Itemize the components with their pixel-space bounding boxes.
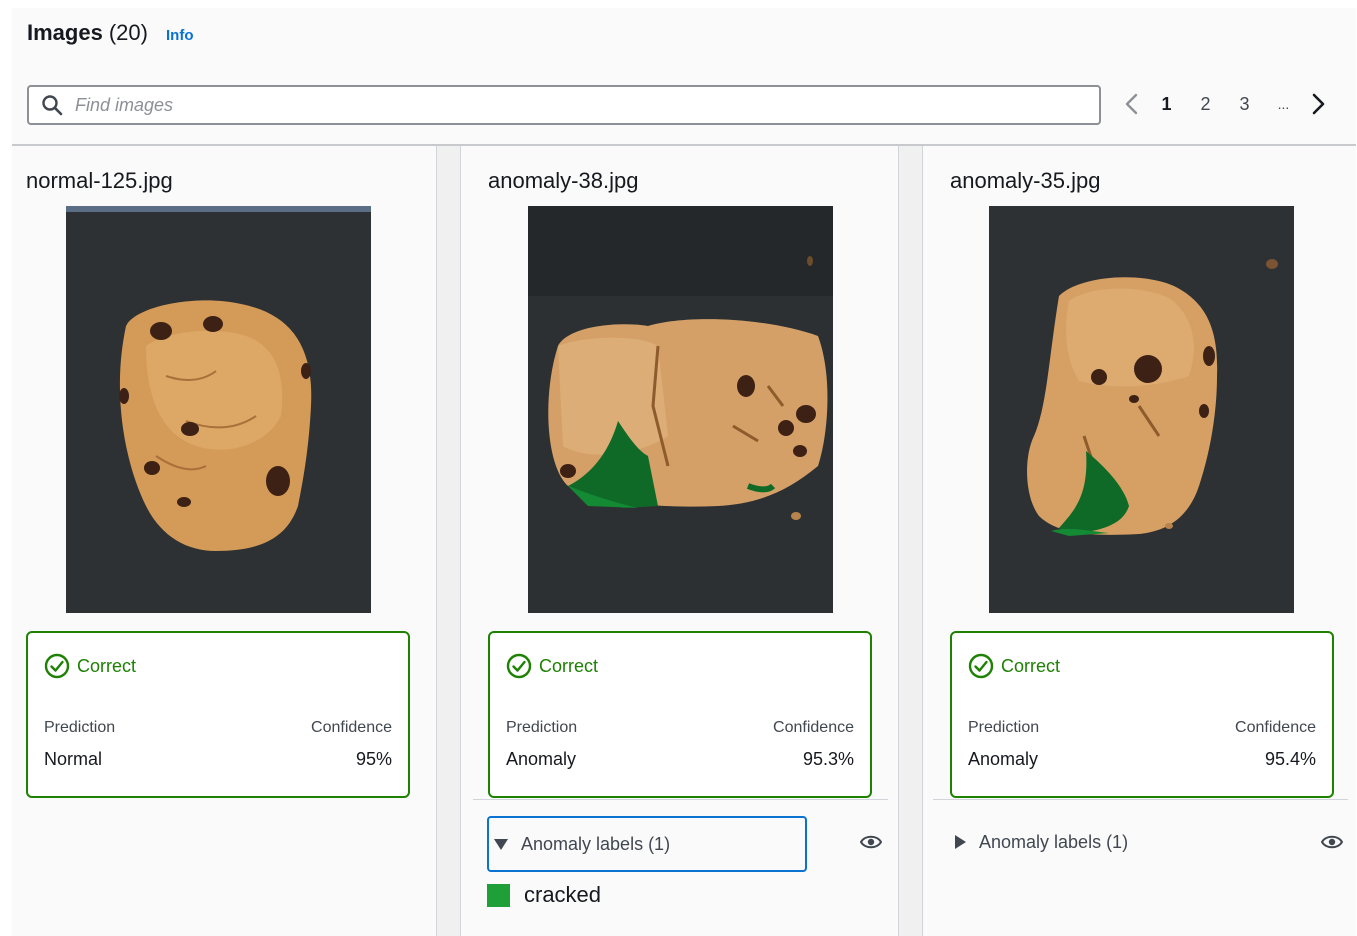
image-card: anomaly-38.jpg Correct Prediction Confid… <box>461 146 898 936</box>
status-text: Correct <box>77 655 137 676</box>
title-text: Images <box>27 20 103 45</box>
anomaly-label-item: cracked <box>487 882 601 908</box>
confidence-label: Confidence <box>1235 719 1316 736</box>
eye-icon[interactable] <box>860 834 882 850</box>
page-title: Images (20) <box>27 20 148 46</box>
page-1-button[interactable]: 1 <box>1147 94 1186 115</box>
images-header: Images (20) Info 1 2 3 ... <box>12 8 1356 146</box>
image-filename: normal-125.jpg <box>26 168 173 193</box>
confidence-value: 95.3% <box>802 749 854 769</box>
confidence-value: 95% <box>355 749 392 769</box>
prediction-value: Anomaly <box>968 749 1039 769</box>
section-divider <box>933 799 1348 800</box>
cookie-image[interactable] <box>66 206 371 613</box>
prediction-result: Correct Prediction Confidence Anomaly 95… <box>488 631 872 798</box>
prediction-result: Correct Prediction Confidence Anomaly 95… <box>950 631 1334 798</box>
chevron-left-icon <box>1125 93 1138 115</box>
anomaly-labels-toggle[interactable]: Anomaly labels (1) <box>487 816 807 872</box>
section-divider <box>473 799 888 800</box>
confidence-label: Confidence <box>311 719 392 736</box>
anomaly-label-name: cracked <box>524 882 602 907</box>
column-gutter <box>898 146 922 936</box>
check-circle-icon <box>506 653 532 679</box>
prediction-label: Prediction <box>968 719 1040 736</box>
search-input[interactable] <box>73 93 1037 117</box>
prediction-value: Anomaly <box>506 749 577 769</box>
check-circle-icon <box>968 653 994 679</box>
anomaly-labels-toggle[interactable]: Anomaly labels (1) <box>953 816 1128 868</box>
prediction-label: Prediction <box>506 719 578 736</box>
search-box[interactable] <box>27 85 1101 125</box>
status-text: Correct <box>1001 655 1061 676</box>
check-circle-icon <box>44 653 70 679</box>
previous-page-button[interactable] <box>1117 89 1147 119</box>
page-3-button[interactable]: 3 <box>1225 94 1264 115</box>
column-divider <box>436 146 437 936</box>
page-ellipsis: ... <box>1277 96 1290 112</box>
status-text: Correct <box>539 655 599 676</box>
cookie-image[interactable] <box>528 206 833 613</box>
page-2-button[interactable]: 2 <box>1186 94 1225 115</box>
images-panel: Images (20) Info 1 2 3 ... <box>12 8 1356 936</box>
image-card: anomaly-35.jpg Correct Prediction Confid… <box>923 146 1356 936</box>
chevron-right-icon <box>1312 93 1325 115</box>
cookie-photo <box>66 206 371 613</box>
status-badge: Correct <box>506 653 598 679</box>
anomaly-labels-title: Anomaly labels (1) <box>979 831 1129 852</box>
status-badge: Correct <box>968 653 1060 679</box>
image-filename: anomaly-38.jpg <box>488 168 639 193</box>
image-card: normal-125.jpg Correct Prediction Confid… <box>12 146 436 936</box>
image-filename: anomaly-35.jpg <box>950 168 1101 193</box>
eye-icon[interactable] <box>1321 834 1343 850</box>
search-icon <box>42 95 63 116</box>
caret-right-icon <box>955 835 966 849</box>
cookie-image[interactable] <box>989 206 1294 613</box>
anomaly-labels-title: Anomaly labels (1) <box>521 833 671 854</box>
confidence-value: 95.4% <box>1264 749 1316 769</box>
image-count: (20) <box>108 20 148 45</box>
column-divider <box>898 146 899 936</box>
cookie-photo <box>528 206 833 613</box>
confidence-label: Confidence <box>773 719 854 736</box>
pagination: 1 2 3 ... <box>1117 88 1333 120</box>
status-badge: Correct <box>44 653 136 679</box>
next-page-button[interactable] <box>1303 89 1333 119</box>
caret-down-icon <box>494 839 508 850</box>
info-link[interactable]: Info <box>166 27 194 44</box>
label-color-swatch <box>487 883 510 907</box>
prediction-value: Normal <box>44 749 103 769</box>
column-gutter <box>436 146 460 936</box>
prediction-result: Correct Prediction Confidence Normal 95% <box>26 631 410 798</box>
cookie-photo <box>989 206 1294 613</box>
prediction-label: Prediction <box>44 719 116 736</box>
